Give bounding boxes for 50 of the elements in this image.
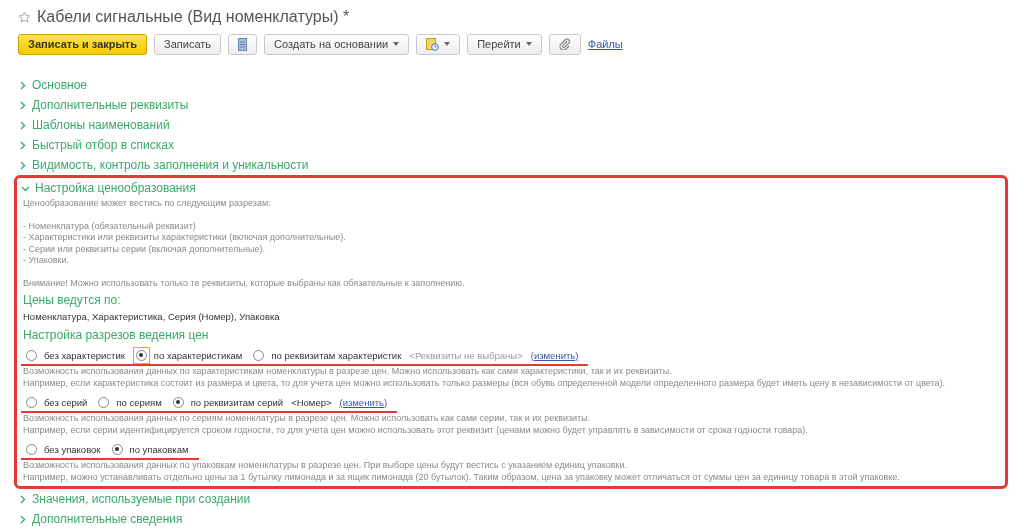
value-text: <Номер>: [291, 396, 332, 408]
radio-button[interactable]: [172, 396, 184, 408]
radio-button[interactable]: [26, 349, 37, 361]
list-item-text: - Серии или реквизиты серии (включая дополнительные).: [22, 243, 266, 255]
attach-button[interactable]: [548, 33, 581, 55]
radio-button[interactable]: [253, 349, 265, 361]
list-item-text: - Характеристики или реквизиты характеристики (включая дополнительные).: [22, 232, 347, 244]
radio-option[interactable]: без характеристик: [23, 346, 125, 364]
prices-heading: Цены ведутся по:: [22, 293, 122, 307]
radio-option[interactable]: по упаковкам: [108, 440, 189, 458]
description-text: Возможность использования данных по упаковкам номенклатуры в разрезе цен. При выборе цены будут вестись с указанием единиц упаковки.: [22, 460, 629, 472]
star-icon[interactable]: [18, 10, 31, 24]
change-link[interactable]: (изменить): [530, 349, 579, 361]
settings-heading: Настройка разрезов ведения цен: [22, 328, 210, 342]
description-text: Возможность использования данных по характеристикам номенклатуры в разрезе цен. Можно использовать как сами характеристики, так и их реквизиты.: [22, 366, 673, 378]
radio-option[interactable]: по реквизитам характеристик: [250, 346, 402, 364]
radio-button[interactable]: [26, 396, 37, 408]
radio-button[interactable]: [111, 443, 123, 455]
prices-value: Номенклатура, Характеристика, Серия (Номер), Упаковка: [22, 311, 281, 322]
info-text: Ценообразование может вестись по следующим разрезам:: [22, 198, 272, 210]
radio-option[interactable]: по характеристикам: [132, 346, 243, 364]
caret-icon: [525, 42, 532, 46]
menu-button[interactable]: Перейти: [467, 33, 542, 55]
radio-button[interactable]: [26, 443, 37, 455]
menu-button[interactable]: Создать на основании: [264, 33, 410, 55]
save-button[interactable]: Записать: [154, 33, 222, 55]
report-icon: [426, 37, 440, 51]
change-link[interactable]: (изменить): [339, 396, 388, 408]
save-and-close-button[interactable]: Записать и закрыть: [18, 33, 148, 55]
list-item-text: - Упаковки.: [22, 255, 70, 267]
files-link[interactable]: Файлы: [587, 38, 623, 50]
document-icon: [238, 37, 248, 51]
window-title: Кабели сигнальные (Вид номенклатуры) *: [37, 8, 350, 26]
description-text: Возможность использования данных по сериям номенклатуры в разрезе цен. Можно использовать как сами серии, так и их реквизиты.: [22, 413, 592, 425]
list-item-text: - Номенклатура (обязательный реквизит): [22, 220, 197, 232]
value-text: <Реквизиты не выбраны>: [409, 349, 523, 361]
radio-option[interactable]: без серий: [23, 393, 88, 411]
radio-option[interactable]: по реквизитам серий: [169, 393, 284, 411]
warning-text: Внимание! Можно использовать только те реквизиты, которые выбраны как обязательные к заполнению.: [22, 277, 466, 289]
radio-option[interactable]: по сериям: [95, 393, 162, 411]
description-text: Например, можно устанавливать отдельно цены за 1 бутылку лимонада и за ящик лимонада (20 бутылок). Таким образом, цена за упаковку может отличаться от суммы цен за единицу товара в этой упаковке.: [22, 471, 901, 483]
caret-icon: [393, 42, 400, 46]
report-menu-button[interactable]: [416, 33, 461, 55]
paperclip-icon: [558, 38, 571, 50]
description-text: Например, если характеристика состоит из размера и цвета, то для учета цен можно использовать только размеры (вся обувь определенной модели определенного размера будет иметь цену в независимости от цвета).: [22, 377, 947, 389]
document-button[interactable]: [228, 33, 258, 55]
radio-option[interactable]: без упаковок: [23, 440, 101, 458]
radio-button[interactable]: [98, 396, 110, 408]
caret-icon: [444, 42, 451, 46]
description-text: Например, если серии идентифицируется сроком годности, то для учета цен можно использовать этот реквизит (ценами можно будет управлять в зависимости от срока годности товара).: [22, 424, 809, 436]
